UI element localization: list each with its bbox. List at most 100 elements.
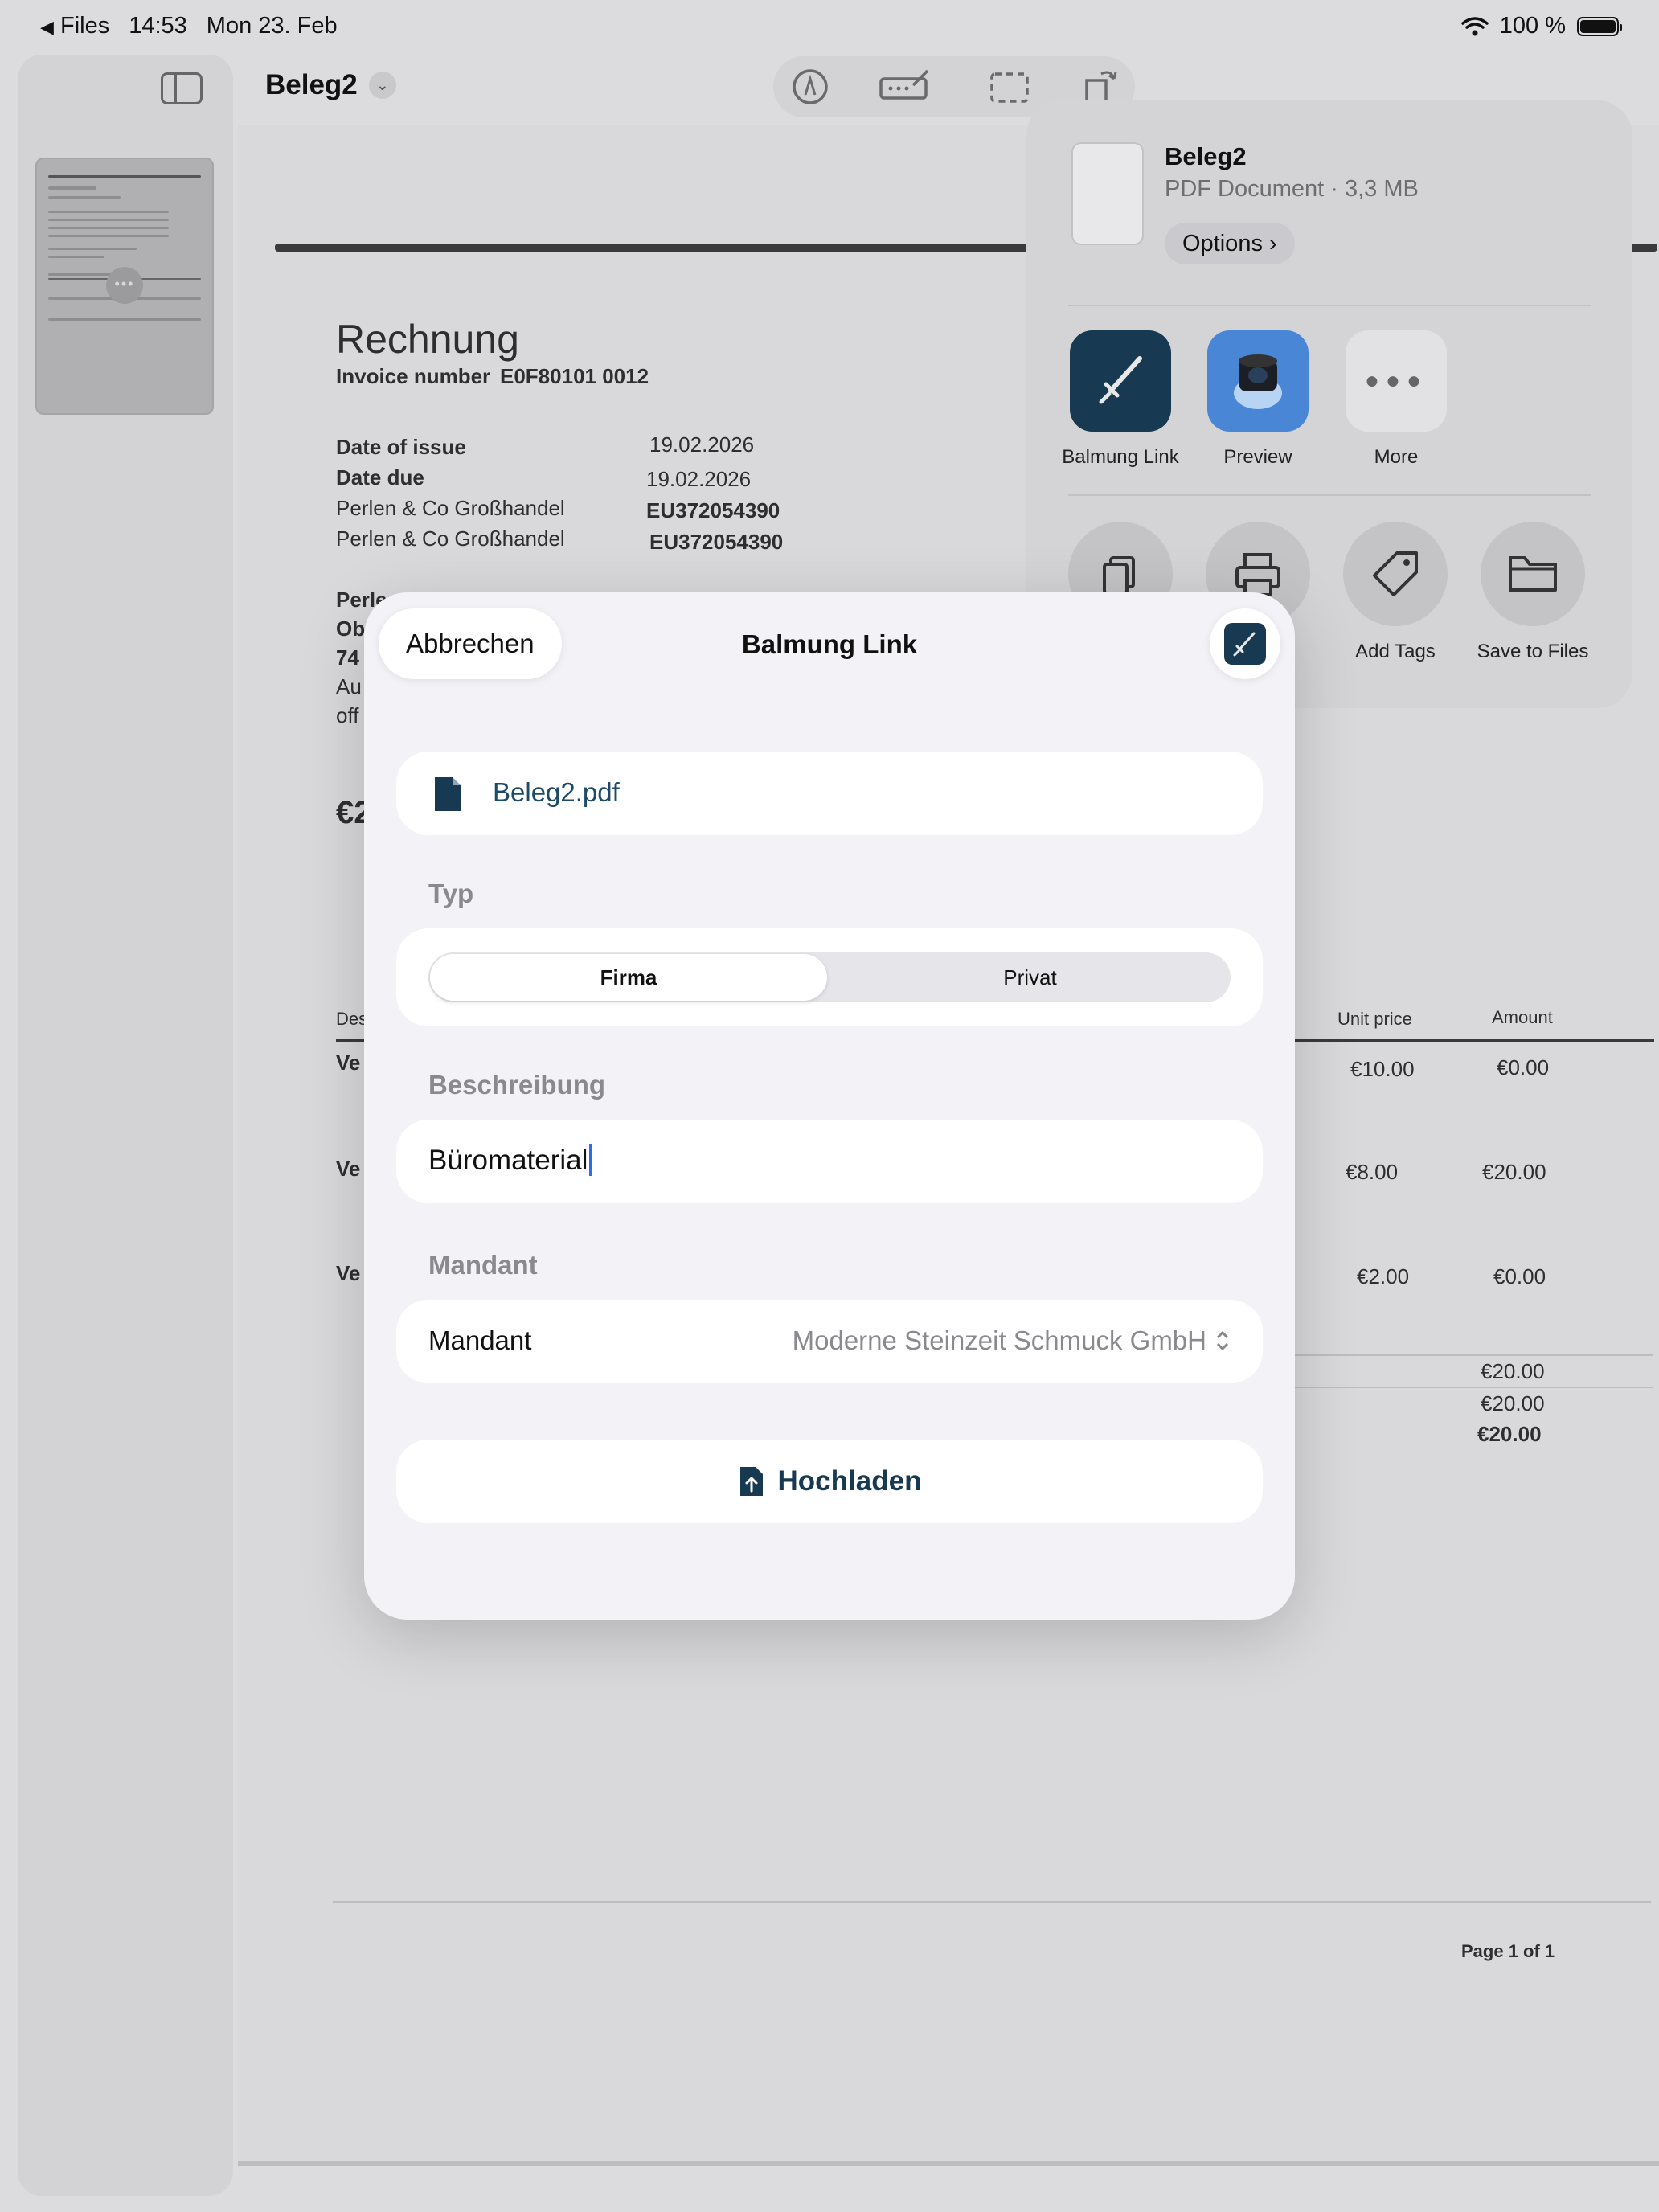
typ-section-label: Typ: [428, 879, 474, 908]
document-upload-icon: [739, 1467, 763, 1496]
options-button[interactable]: Options ›: [1165, 223, 1295, 264]
chevron-down-icon[interactable]: ⌄: [368, 72, 396, 99]
table-row-desc: Ve: [336, 1157, 361, 1181]
sword-icon: [1224, 623, 1266, 665]
date-of-issue: 19.02.2026: [649, 432, 755, 457]
table-row-unit: €2.00: [1357, 1264, 1410, 1288]
vat-1: EU372054390: [646, 498, 780, 522]
segment-firma[interactable]: Firma: [430, 954, 827, 1001]
share-file-meta: PDF Document · 3,3 MB: [1165, 176, 1419, 202]
invoice-heading: Rechnung: [336, 317, 519, 362]
battery-icon: [1577, 16, 1622, 36]
file-thumbnail: [1071, 142, 1144, 245]
mandant-section-label: Mandant: [428, 1250, 538, 1280]
thumbnail-more-icon[interactable]: •••: [106, 267, 143, 304]
total-line: €20.00: [1481, 1391, 1545, 1415]
share-action-label: Add Tags: [1355, 641, 1436, 662]
app-badge[interactable]: [1210, 608, 1280, 679]
upload-button[interactable]: Hochladen: [396, 1440, 1263, 1523]
date-due-label: Date due: [336, 465, 424, 490]
date-of-issue-label: Date of issue: [336, 435, 466, 459]
status-time: 14:53: [129, 13, 187, 39]
chevron-right-icon: ›: [1269, 231, 1277, 256]
document-title[interactable]: Beleg2 ⌄: [265, 69, 396, 101]
share-action-label: Save to Files: [1477, 641, 1589, 662]
address-line: Ob: [336, 616, 366, 641]
attached-file-name: Beleg2.pdf: [493, 777, 620, 807]
chevron-up-down-icon: [1216, 1330, 1229, 1351]
dialog-title: Balmung Link: [741, 629, 918, 659]
share-divider: [1068, 305, 1591, 306]
sidebar: •••: [18, 55, 233, 2196]
options-label: Options: [1182, 231, 1263, 256]
text-cursor: [589, 1144, 592, 1176]
markup-pen-icon[interactable]: [789, 66, 831, 108]
table-row-desc: Ve: [336, 1261, 361, 1285]
typ-card: Firma Privat: [396, 928, 1263, 1026]
party-2: Perlen & Co Großhandel: [336, 526, 565, 551]
share-divider: [1068, 494, 1591, 496]
signature-icon[interactable]: [878, 66, 931, 108]
vat-2: EU372054390: [649, 530, 784, 554]
document-title-label: Beleg2: [265, 69, 358, 100]
status-date: Mon 23. Feb: [206, 13, 338, 39]
table-row-unit: €10.00: [1350, 1057, 1415, 1081]
share-app-preview[interactable]: Preview: [1194, 330, 1322, 469]
segment-privat[interactable]: Privat: [830, 952, 1231, 1002]
share-action-save-to-files[interactable]: Save to Files: [1464, 522, 1601, 663]
page-thumbnail[interactable]: •••: [35, 158, 214, 415]
total-line: €20.00: [1481, 1359, 1545, 1383]
party-1: Perlen & Co Großhandel: [336, 496, 565, 520]
attached-file-row: Beleg2.pdf: [396, 752, 1263, 835]
description-value: Büromaterial: [428, 1145, 588, 1176]
preview-icon: [1207, 330, 1309, 432]
sidebar-toggle-icon[interactable]: [161, 72, 203, 104]
address-line: off: [336, 703, 359, 727]
invoice-number: E0F80101 0012: [500, 364, 649, 388]
more-icon: ●●●: [1346, 330, 1447, 432]
col-amount: Amount: [1492, 1007, 1553, 1027]
address-line: Au: [336, 674, 362, 698]
totals-rule: [1291, 1354, 1653, 1356]
folder-icon: [1481, 522, 1585, 626]
page-number: Page 1 of 1: [1461, 1941, 1555, 1961]
mandant-field-label: Mandant: [428, 1325, 532, 1355]
col-description: Des: [336, 1009, 368, 1029]
sword-icon: [1070, 330, 1171, 432]
wifi-icon: [1461, 16, 1489, 35]
table-row-amount: €20.00: [1482, 1160, 1546, 1184]
mandant-picker[interactable]: Mandant Moderne Steinzeit Schmuck GmbH: [396, 1300, 1263, 1383]
tag-icon: [1343, 522, 1448, 626]
back-triangle-icon: ◀: [40, 17, 54, 37]
share-action-add-tags[interactable]: Add Tags: [1327, 522, 1464, 663]
battery-percent: 100 %: [1499, 13, 1566, 39]
table-row-unit: €8.00: [1346, 1160, 1399, 1184]
status-bar: ◀ Files 14:53 Mon 23. Feb 100 %: [0, 0, 1659, 50]
share-file-name: Beleg2: [1165, 142, 1247, 170]
mandant-value: Moderne Steinzeit Schmuck GmbH: [792, 1325, 1206, 1355]
col-unit-price: Unit price: [1337, 1009, 1412, 1029]
table-row-amount: €0.00: [1497, 1055, 1550, 1079]
selection-icon[interactable]: [989, 66, 1030, 108]
share-app-label: More: [1374, 446, 1419, 468]
balmung-link-dialog: Abbrechen Balmung Link Beleg2.pdf Typ Fi…: [364, 592, 1295, 1620]
upload-label: Hochladen: [777, 1465, 922, 1497]
document-icon: [435, 777, 461, 811]
table-row-amount: €0.00: [1493, 1264, 1546, 1288]
description-field[interactable]: Büromaterial: [396, 1120, 1263, 1203]
share-app-more[interactable]: ●●● More: [1332, 330, 1460, 469]
description-section-label: Beschreibung: [428, 1070, 606, 1100]
share-app-balmung-link[interactable]: Balmung Link: [1056, 330, 1185, 469]
grand-total: €20.00: [1477, 1422, 1542, 1446]
invoice-number-label: Invoice number: [336, 364, 491, 388]
page-footer-rule: [333, 1901, 1651, 1903]
back-to-app-link[interactable]: ◀ Files: [40, 13, 109, 39]
page-bottom-edge: [238, 2161, 1659, 2166]
back-app-label: Files: [59, 13, 110, 39]
share-app-label: Preview: [1223, 446, 1292, 468]
typ-segmented-control: Firma Privat: [428, 952, 1231, 1002]
share-app-label: Balmung Link: [1062, 446, 1179, 468]
date-due: 19.02.2026: [646, 467, 752, 491]
table-row-desc: Ve: [336, 1051, 361, 1075]
address-line: 74: [336, 645, 359, 670]
